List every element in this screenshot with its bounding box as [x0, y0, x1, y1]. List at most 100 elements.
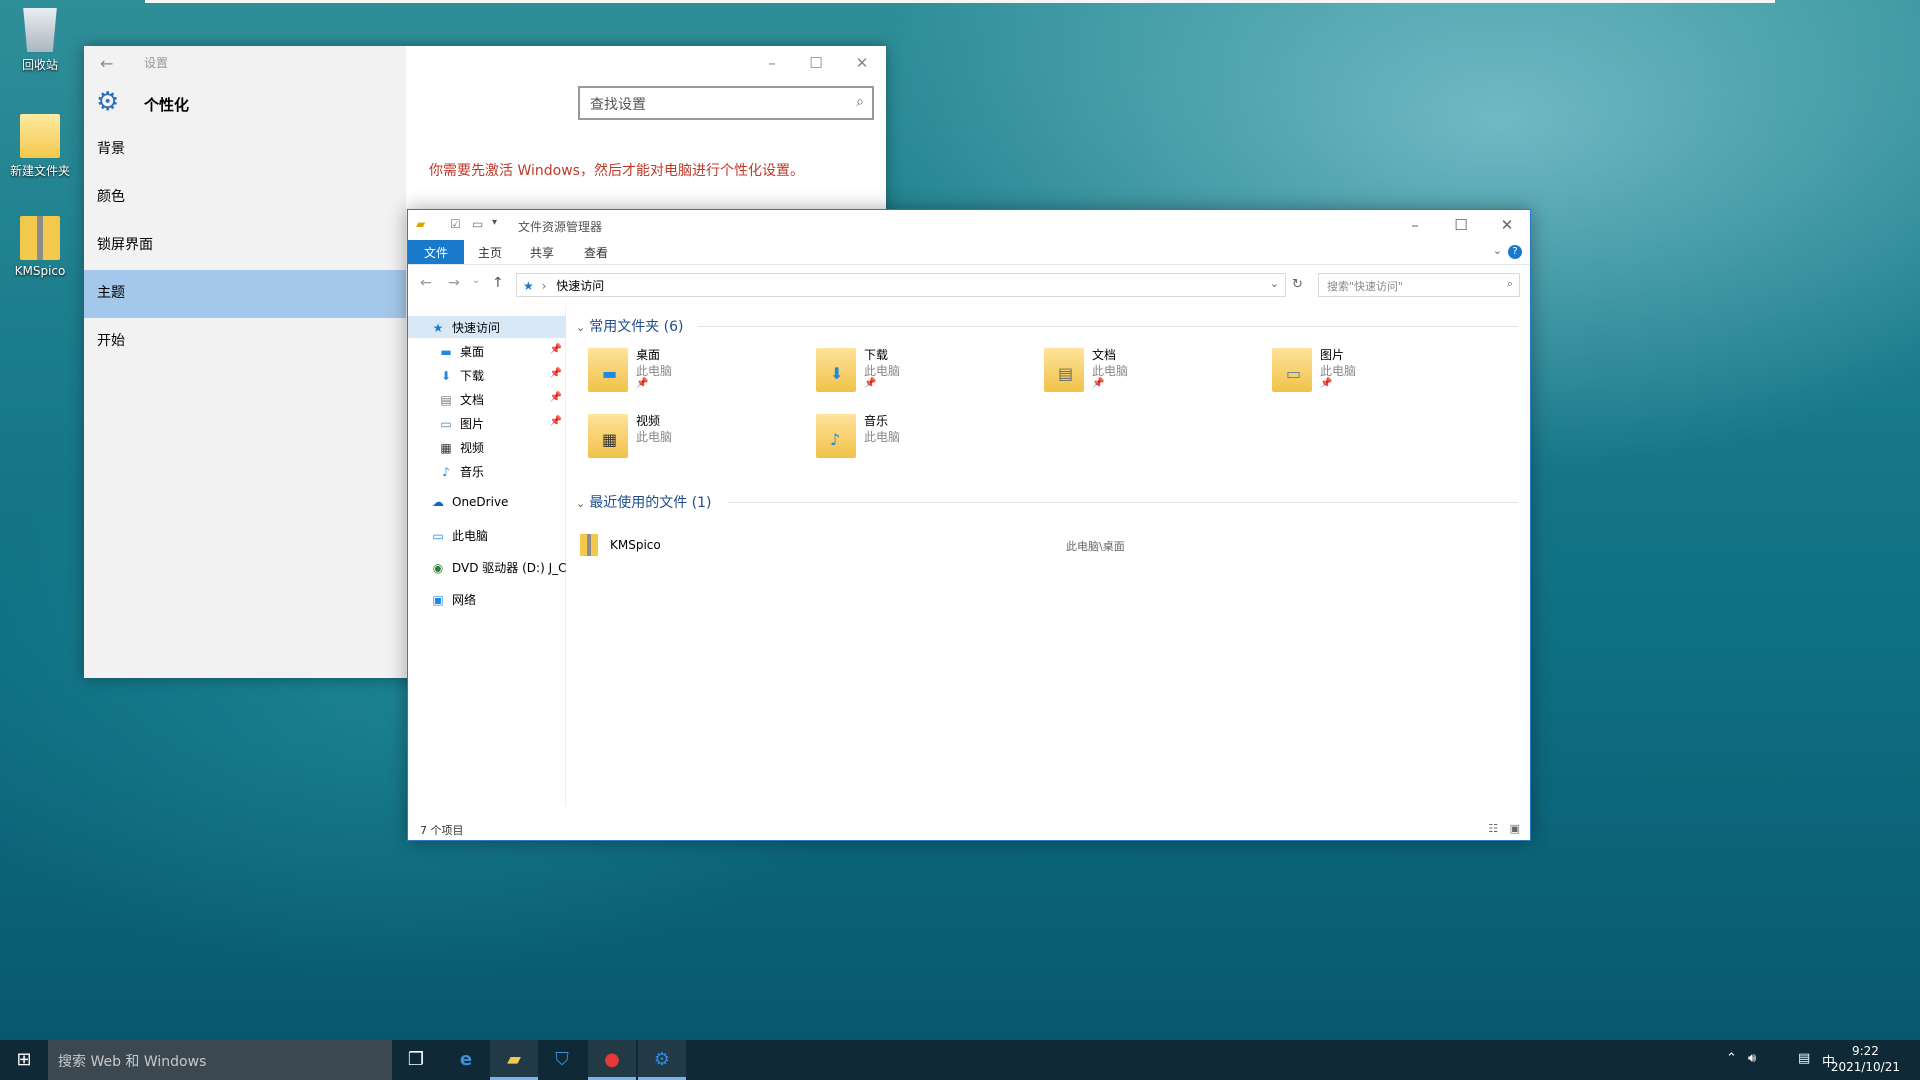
breadcrumb[interactable]: 快速访问: [556, 279, 604, 293]
close-button[interactable]: ✕: [1484, 210, 1530, 240]
tab-file[interactable]: 文件: [408, 240, 464, 264]
tab-home[interactable]: 主页: [466, 240, 514, 264]
back-arrow-icon[interactable]: ←: [420, 275, 432, 291]
minimize-button[interactable]: –: [1392, 210, 1438, 240]
forward-arrow-icon[interactable]: →: [448, 275, 460, 291]
pin-icon: 📌: [549, 392, 562, 403]
customize-qat-icon[interactable]: ▾: [492, 217, 497, 228]
folder-tile-downloads[interactable]: ⬇ 下载 此电脑 📌: [816, 344, 1016, 404]
chevron-down-icon: ⌄: [576, 497, 586, 510]
recent-file-row[interactable]: KMSpico 此电脑\桌面: [580, 534, 1520, 558]
nav-pictures[interactable]: ▭ 图片 📌: [408, 412, 566, 434]
chevron-down-icon: ⌄: [576, 321, 586, 334]
tab-view[interactable]: 查看: [572, 240, 620, 264]
desktop-icon-recycle-bin[interactable]: 回收站: [0, 8, 80, 73]
settings-search-input[interactable]: 查找设置 ⌕: [578, 86, 874, 120]
task-view-icon[interactable]: ❐: [392, 1040, 440, 1080]
desktop-folder-icon: ▬: [588, 348, 628, 392]
tab-share[interactable]: 共享: [518, 240, 566, 264]
notification-icon[interactable]: ▤: [1798, 1051, 1810, 1066]
nav-quick-access[interactable]: ★ 快速访问: [408, 316, 566, 338]
up-arrow-icon[interactable]: ↑: [492, 275, 504, 291]
pictures-folder-icon: ▭: [1272, 348, 1312, 392]
nav-downloads[interactable]: ⬇ 下载 📌: [408, 364, 566, 386]
help-icon[interactable]: ?: [1508, 245, 1522, 259]
group-header-recent[interactable]: ⌄ 最近使用的文件 (1): [576, 492, 712, 512]
edge-browser-icon[interactable]: e: [442, 1040, 490, 1080]
taskbar: ⊞ 搜索 Web 和 Windows ❐ e ▰ ⛉ ● ⚙ ⌃ 🔊︎ ▤ 中 …: [0, 1040, 1920, 1080]
nav-desktop[interactable]: ▬ 桌面 📌: [408, 340, 566, 362]
divider: [728, 502, 1518, 503]
refresh-icon[interactable]: ↻: [1292, 277, 1303, 292]
star-icon: ★: [523, 279, 534, 293]
details-view-icon[interactable]: ☷: [1488, 822, 1498, 835]
view-toggle: ☷ ▣: [1488, 822, 1520, 835]
nav-videos[interactable]: ▦ 视频: [408, 436, 566, 458]
settings-nav-colors[interactable]: 颜色: [84, 174, 406, 222]
chevron-up-icon[interactable]: ⌃: [1726, 1051, 1737, 1066]
desktop-icon: ▬: [440, 345, 452, 359]
pin-icon: 📌: [549, 416, 562, 427]
file-explorer-taskbar-icon[interactable]: ▰: [490, 1040, 538, 1080]
properties-icon[interactable]: ☑: [450, 217, 461, 231]
folder-tile-videos[interactable]: ▦ 视频 此电脑: [588, 410, 788, 470]
windows-start-icon[interactable]: ⊞: [0, 1040, 48, 1080]
activation-warning: 你需要先激活 Windows，然后才能对电脑进行个性化设置。: [429, 163, 804, 179]
picture-icon: ▭: [440, 417, 452, 431]
minimize-button[interactable]: –: [752, 50, 792, 76]
gear-icon: ⚙: [96, 87, 120, 117]
desktop-icon-kmspico[interactable]: KMSpico: [0, 216, 80, 278]
explorer-search-input[interactable]: 搜索"快速访问" ⌕: [1318, 273, 1520, 297]
nav-dvd-drive[interactable]: ◉ DVD 驱动器 (D:) J_C: [408, 556, 566, 578]
desktop: 回收站 新建文件夹 KMSpico ← 设置 – ☐ ✕ ⚙ 个性化 查找设置 …: [0, 0, 1920, 1080]
search-icon: ⌕: [1506, 277, 1513, 290]
star-icon: ★: [432, 321, 444, 335]
folder-tile-pictures[interactable]: ▭ 图片 此电脑 📌: [1272, 344, 1472, 404]
maximize-button[interactable]: ☐: [796, 50, 836, 76]
volume-icon[interactable]: 🔊︎: [1748, 1051, 1756, 1066]
store-icon[interactable]: ⛉: [538, 1040, 586, 1080]
settings-nav-start[interactable]: 开始: [84, 318, 406, 366]
settings-nav-themes[interactable]: 主题: [84, 270, 406, 318]
recycle-bin-icon: [23, 8, 57, 52]
folder-tile-music[interactable]: ♪ 音乐 此电脑: [816, 410, 1016, 470]
navigation-pane: ★ 快速访问 ▬ 桌面 📌 ⬇ 下载 📌 ▤ 文档 📌 ▭ 图片 📌 ▦ 视频 ♪ 音乐 ☁ OneDr…: [408, 306, 566, 806]
maximize-button[interactable]: ☐: [1438, 210, 1484, 240]
folder-tile-documents[interactable]: ▤ 文档 此电脑 📌: [1044, 344, 1244, 404]
music-folder-icon: ♪: [816, 414, 856, 458]
nav-network[interactable]: ▣ 网络: [408, 588, 566, 610]
back-arrow-icon[interactable]: ←: [100, 54, 113, 73]
new-folder-icon[interactable]: ▭: [472, 217, 483, 231]
zip-folder-icon: [20, 216, 60, 260]
recent-locations-icon[interactable]: ⌄: [472, 275, 480, 286]
folder-tile-desktop[interactable]: ▬ 桌面 此电脑 📌: [588, 344, 788, 404]
nav-this-pc[interactable]: ▭ 此电脑: [408, 524, 566, 546]
desktop-icon-new-folder[interactable]: 新建文件夹: [0, 114, 80, 179]
window-title: 文件资源管理器: [518, 220, 603, 234]
chevron-down-icon[interactable]: ⌄: [1270, 277, 1279, 290]
large-icons-view-icon[interactable]: ▣: [1510, 822, 1520, 835]
nav-documents[interactable]: ▤ 文档 📌: [408, 388, 566, 410]
network-icon: ▣: [432, 593, 444, 607]
kmspico-app-icon[interactable]: ●: [588, 1040, 636, 1080]
close-button[interactable]: ✕: [842, 50, 882, 76]
folder-icon: [20, 114, 60, 158]
group-header-frequent[interactable]: ⌄ 常用文件夹 (6): [576, 316, 684, 336]
nav-music[interactable]: ♪ 音乐: [408, 460, 566, 482]
search-icon: ⌕: [856, 94, 864, 110]
status-bar-count: 7 个项目: [420, 824, 464, 837]
chevron-down-icon[interactable]: ⌄: [1493, 244, 1502, 257]
taskbar-search-input[interactable]: 搜索 Web 和 Windows: [48, 1040, 392, 1080]
nav-onedrive[interactable]: ☁ OneDrive: [408, 492, 566, 514]
settings-taskbar-icon[interactable]: ⚙: [638, 1040, 686, 1080]
pin-icon: 📌: [636, 378, 649, 389]
address-bar[interactable]: ★ › 快速访问 ⌄: [516, 273, 1286, 297]
pin-icon: 📌: [1320, 378, 1333, 389]
settings-titlebar: ← 设置 – ☐ ✕ ⚙ 个性化 查找设置 ⌕: [84, 46, 886, 126]
settings-nav-lockscreen[interactable]: 锁屏界面: [84, 222, 406, 270]
computer-icon: ▭: [432, 529, 444, 543]
settings-nav-background[interactable]: 背景: [84, 126, 406, 174]
content-pane: ⌄ 常用文件夹 (6) ▬ 桌面 此电脑 📌 ⬇ 下载 此电脑 📌 ▤ 文档 此电…: [568, 306, 1528, 806]
clock[interactable]: 9:22 2021/10/21: [1831, 1043, 1900, 1075]
dvd-drive-icon: ◉: [432, 561, 444, 575]
